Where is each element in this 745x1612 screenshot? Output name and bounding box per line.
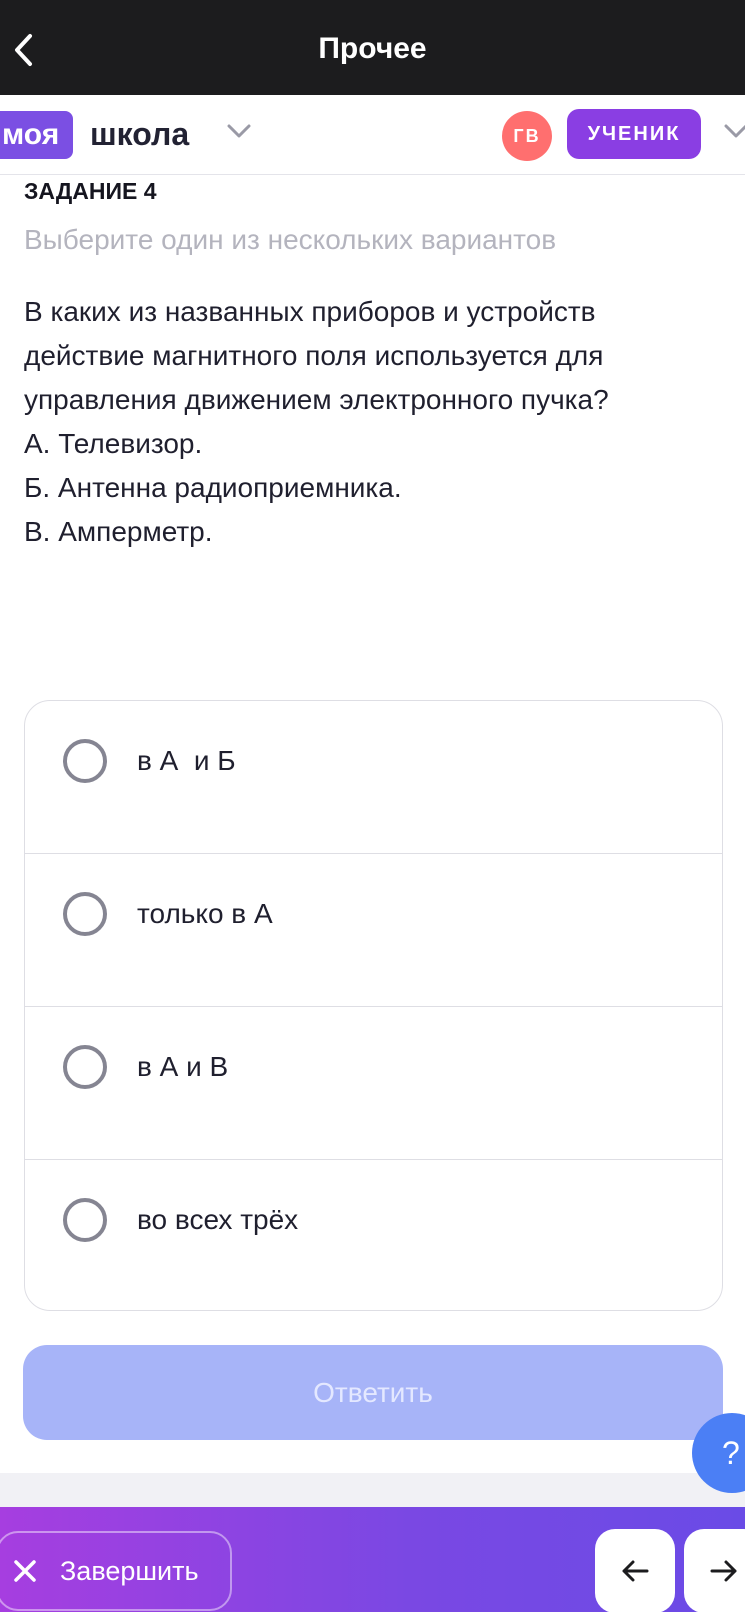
answer-options-list: в А и Б только в А в А и В во всех трёх <box>24 700 723 1311</box>
question-line: действие магнитного поля используется дл… <box>24 340 604 371</box>
radio-button[interactable] <box>63 1198 107 1242</box>
question-line: В каких из названных приборов и устройст… <box>24 296 596 327</box>
top-navigation-bar: Прочее <box>0 0 745 95</box>
option-label: во всех трёх <box>137 1204 299 1235</box>
radio-button[interactable] <box>63 739 107 783</box>
option-label: только в А <box>137 898 273 929</box>
task-number: ЗАДАНИЕ 4 <box>24 178 157 204</box>
answer-option[interactable]: в А и Б <box>25 701 722 854</box>
help-label: ? <box>722 1434 740 1471</box>
question-line: Б. Антенна радиоприемника. <box>24 472 402 503</box>
chevron-down-icon[interactable] <box>723 123 745 139</box>
bottom-action-bar: Завершить <box>0 1507 745 1612</box>
question-line: управления движением электронного пучка? <box>24 384 609 415</box>
next-task-button[interactable] <box>684 1529 745 1612</box>
arrow-right-icon <box>710 1560 737 1582</box>
avatar[interactable]: ГВ <box>502 111 552 161</box>
logo-moya[interactable]: моя <box>0 111 74 159</box>
logo-shkola[interactable]: школа <box>90 114 189 154</box>
question-text: В каких из названных приборов и устройст… <box>24 290 724 554</box>
answer-option[interactable]: во всех трёх <box>25 1160 722 1310</box>
arrow-left-icon <box>622 1560 649 1582</box>
question-line: А. Телевизор. <box>24 428 203 459</box>
finish-button[interactable]: Завершить <box>0 1531 232 1611</box>
submit-answer-button[interactable]: Ответить <box>23 1345 723 1440</box>
role-badge[interactable]: УЧЕНИК <box>567 109 701 159</box>
close-icon <box>14 1560 36 1582</box>
question-line: В. Амперметр. <box>24 516 213 547</box>
answer-option[interactable]: только в А <box>25 854 722 1007</box>
task-instruction: Выберите один из нескольких вариантов <box>24 224 557 255</box>
content-footer-spacer <box>0 1473 745 1507</box>
option-label: в А и В <box>137 1051 229 1082</box>
finish-label: Завершить <box>60 1555 199 1586</box>
answer-option[interactable]: в А и В <box>25 1007 722 1160</box>
option-label: в А и Б <box>137 745 236 776</box>
previous-task-button[interactable] <box>595 1529 675 1612</box>
chevron-down-icon[interactable] <box>226 123 252 139</box>
radio-button[interactable] <box>63 892 107 936</box>
page-title: Прочее <box>318 32 427 65</box>
app-header: моя школа ГВ УЧЕНИК <box>0 95 745 175</box>
radio-button[interactable] <box>63 1045 107 1089</box>
